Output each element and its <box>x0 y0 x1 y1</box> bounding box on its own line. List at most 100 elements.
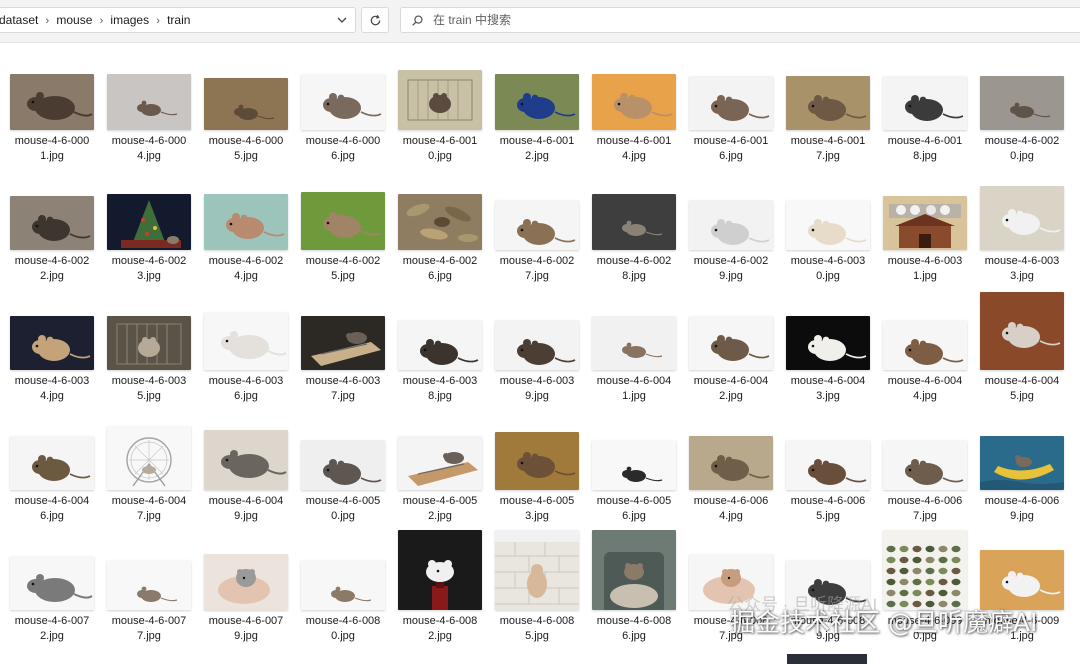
file-name-line-1: mouse-4-6-008 <box>499 615 575 627</box>
file-item[interactable]: mouse-4-6-006 7.jpg <box>879 402 971 522</box>
file-item[interactable]: mouse-4-6-002 5.jpg <box>297 162 389 282</box>
file-thumbnail <box>592 74 676 130</box>
breadcrumb-item-train[interactable]: train <box>167 13 190 27</box>
file-item[interactable]: mouse-4-6-008 5.jpg <box>491 522 583 642</box>
file-name-line-1: mouse-4-6-004 <box>111 495 187 507</box>
file-name: mouse-4-6-001 0.jpg <box>388 134 492 164</box>
file-name: mouse-4-6-003 6.jpg <box>194 374 298 404</box>
address-bar[interactable]: dataset › mouse › images › train <box>0 7 356 33</box>
file-item[interactable]: mouse-4-6-008 2.jpg <box>394 522 486 642</box>
file-name: mouse-4-6-008 2.jpg <box>388 614 492 644</box>
refresh-button[interactable] <box>361 7 389 33</box>
file-name-line-1: mouse-4-6-000 <box>14 135 90 147</box>
file-item[interactable]: mouse-4-6-002 9.jpg <box>685 162 777 282</box>
file-name-line-1: mouse-4-6-001 <box>693 135 769 147</box>
file-name: mouse-4-6-004 2.jpg <box>679 374 783 404</box>
file-item[interactable]: mouse-4-6-007 7.jpg <box>103 522 195 642</box>
file-thumbnail <box>107 426 191 490</box>
file-name-line-1: mouse-4-6-002 <box>208 255 284 267</box>
file-item[interactable]: mouse-4-6-001 6.jpg <box>685 42 777 162</box>
file-name: mouse-4-6-000 6.jpg <box>291 134 395 164</box>
file-item[interactable]: mouse-4-6-005 3.jpg <box>491 402 583 522</box>
file-name-line-1: mouse-4-6-006 <box>984 495 1060 507</box>
search-input[interactable] <box>433 10 1033 30</box>
file-item[interactable]: mouse-4-6-000 1.jpg <box>6 42 98 162</box>
breadcrumb-item-dataset[interactable]: dataset <box>0 13 38 27</box>
file-item[interactable]: mouse-4-6-001 7.jpg <box>782 42 874 162</box>
file-item[interactable]: mouse-4-6-002 8.jpg <box>588 162 680 282</box>
file-name: mouse-4-6-001 7.jpg <box>776 134 880 164</box>
breadcrumb-item-images[interactable]: images <box>110 13 149 27</box>
file-item[interactable]: mouse-4-6-000 6.jpg <box>297 42 389 162</box>
file-item[interactable]: mouse-4-6-001 0.jpg <box>394 42 486 162</box>
file-item[interactable]: mouse-4-6-003 7.jpg <box>297 282 389 402</box>
file-thumbnail <box>204 554 288 610</box>
file-item[interactable]: mouse-4-6-002 2.jpg <box>6 162 98 282</box>
file-item[interactable]: mouse-4-6-002 7.jpg <box>491 162 583 282</box>
file-item[interactable]: mouse-4-6-007 9.jpg <box>200 522 292 642</box>
file-name: mouse-4-6-006 9.jpg <box>970 494 1074 524</box>
file-name-line-1: mouse-4-6-006 <box>790 495 866 507</box>
file-name: mouse-4-6-002 5.jpg <box>291 254 395 284</box>
file-name-line-2: 2.jpg <box>40 630 64 642</box>
file-item[interactable]: mouse-4-6-003 5.jpg <box>103 282 195 402</box>
file-item[interactable]: mouse-4-6-003 0.jpg <box>782 162 874 282</box>
file-item[interactable]: mouse-4-6-006 5.jpg <box>782 402 874 522</box>
file-name: mouse-4-6-000 4.jpg <box>97 134 201 164</box>
file-item[interactable]: mouse-4-6-002 3.jpg <box>103 162 195 282</box>
file-item[interactable]: mouse-4-6-008 6.jpg <box>588 522 680 642</box>
file-name: mouse-4-6-002 0.jpg <box>970 134 1074 164</box>
refresh-icon <box>370 14 381 26</box>
file-item[interactable]: mouse-4-6-002 4.jpg <box>200 162 292 282</box>
file-item[interactable]: mouse-4-6-001 4.jpg <box>588 42 680 162</box>
file-item[interactable]: mouse-4-6-004 3.jpg <box>782 282 874 402</box>
file-item[interactable]: mouse-4-6-004 2.jpg <box>685 282 777 402</box>
file-name-line-1: mouse-4-6-002 <box>14 255 90 267</box>
file-item[interactable]: mouse-4-6-008 0.jpg <box>297 522 389 642</box>
file-item[interactable]: mouse-4-6-002 0.jpg <box>976 42 1068 162</box>
file-name-line-1: mouse-4-6-005 <box>402 495 478 507</box>
file-item[interactable]: mouse-4-6-004 7.jpg <box>103 402 195 522</box>
file-thumbnail <box>883 76 967 130</box>
file-item[interactable]: mouse-4-6-005 0.jpg <box>297 402 389 522</box>
file-thumbnail <box>204 312 288 370</box>
file-name: mouse-4-6-007 2.jpg <box>0 614 104 644</box>
file-item[interactable]: mouse-4-6-005 6.jpg <box>588 402 680 522</box>
file-name: mouse-4-6-004 3.jpg <box>776 374 880 404</box>
file-item[interactable]: mouse-4-6-004 9.jpg <box>200 402 292 522</box>
file-item[interactable]: mouse-4-6-007 2.jpg <box>6 522 98 642</box>
file-item[interactable]: mouse-4-6-003 4.jpg <box>6 282 98 402</box>
file-item[interactable]: mouse-4-6-003 6.jpg <box>200 282 292 402</box>
file-thumbnail <box>592 530 676 610</box>
file-thumbnail <box>980 186 1064 250</box>
file-item[interactable]: mouse-4-6-003 8.jpg <box>394 282 486 402</box>
file-item[interactable]: mouse-4-6-002 6.jpg <box>394 162 486 282</box>
file-thumbnail <box>301 560 385 610</box>
file-item[interactable]: mouse-4-6-006 4.jpg <box>685 402 777 522</box>
file-name-line-2: 9.jpg <box>234 630 258 642</box>
file-name-line-1: mouse-4-6-007 <box>208 615 284 627</box>
file-item[interactable]: mouse-4-6-004 6.jpg <box>6 402 98 522</box>
chevron-down-icon[interactable] <box>335 13 349 27</box>
file-item[interactable]: mouse-4-6-001 2.jpg <box>491 42 583 162</box>
file-name-line-1: mouse-4-6-004 <box>887 375 963 387</box>
search-box[interactable] <box>400 7 1080 33</box>
file-name: mouse-4-6-003 1.jpg <box>873 254 977 284</box>
file-item[interactable]: mouse-4-6-004 5.jpg <box>976 282 1068 402</box>
file-thumbnail <box>398 320 482 370</box>
file-item[interactable]: mouse-4-6-004 4.jpg <box>879 282 971 402</box>
file-item[interactable]: mouse-4-6-000 4.jpg <box>103 42 195 162</box>
file-item[interactable]: mouse-4-6-006 9.jpg <box>976 402 1068 522</box>
file-item[interactable]: mouse-4-6-000 5.jpg <box>200 42 292 162</box>
breadcrumb-item-mouse[interactable]: mouse <box>56 13 92 27</box>
file-name: mouse-4-6-003 5.jpg <box>97 374 201 404</box>
file-name-line-1: mouse-4-6-008 <box>596 615 672 627</box>
file-name: mouse-4-6-002 4.jpg <box>194 254 298 284</box>
file-name: mouse-4-6-003 3.jpg <box>970 254 1074 284</box>
file-item[interactable]: mouse-4-6-005 2.jpg <box>394 402 486 522</box>
file-item[interactable]: mouse-4-6-003 9.jpg <box>491 282 583 402</box>
file-item[interactable]: mouse-4-6-003 1.jpg <box>879 162 971 282</box>
file-item[interactable]: mouse-4-6-004 1.jpg <box>588 282 680 402</box>
file-item[interactable]: mouse-4-6-001 8.jpg <box>879 42 971 162</box>
file-item[interactable]: mouse-4-6-003 3.jpg <box>976 162 1068 282</box>
